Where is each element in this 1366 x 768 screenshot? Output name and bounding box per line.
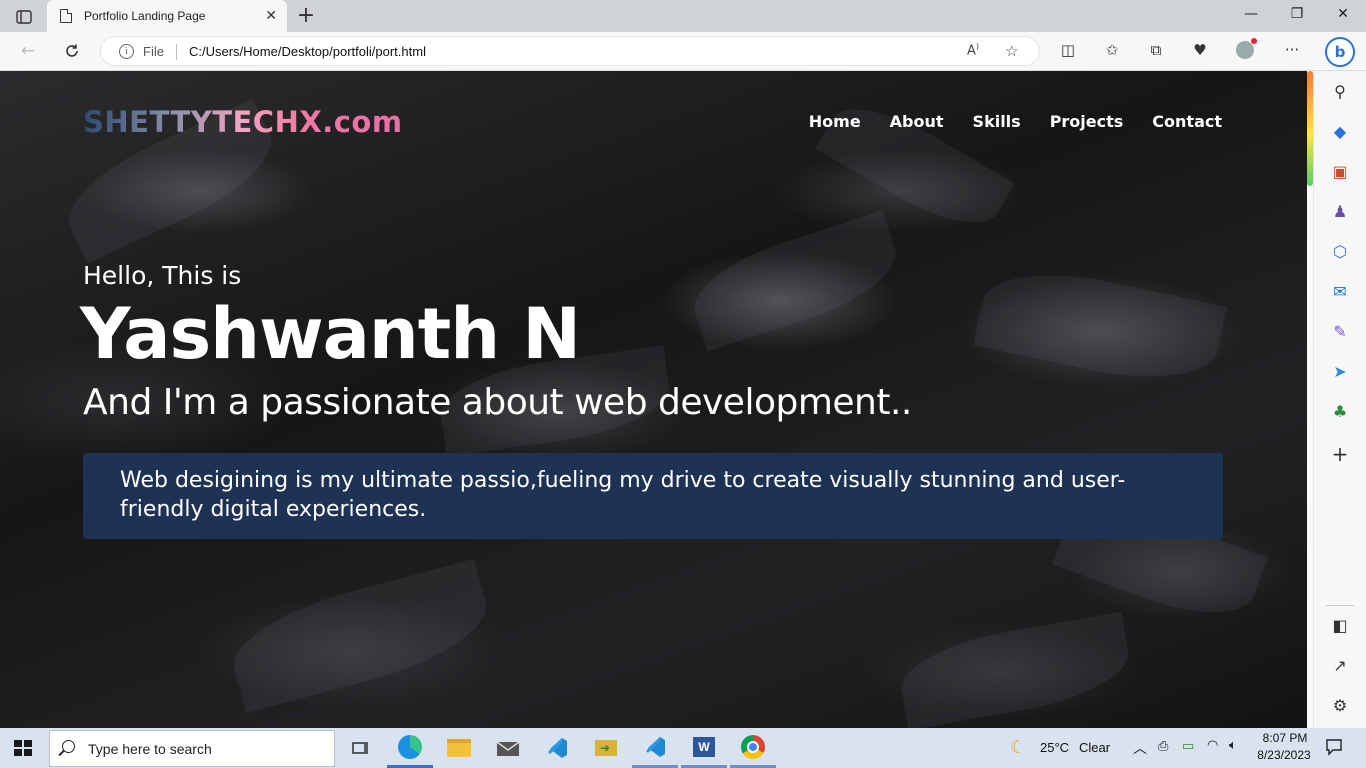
restore-icon[interactable]: ❐ [1287,6,1307,22]
background-leaf [682,210,908,352]
nav-home[interactable]: Home [809,112,861,131]
hero-description: Web desigining is my ultimate passio,fue… [120,468,1126,522]
clock-date[interactable]: 8/23/2023 [1254,748,1314,762]
refresh-icon[interactable] [60,40,84,62]
more-menu-icon[interactable]: ··· [1282,41,1302,59]
browser-essentials-icon[interactable]: ♥ [1190,41,1210,59]
mail-icon[interactable] [485,728,531,768]
close-tab-icon[interactable]: ✕ [265,8,277,24]
wifi-icon[interactable]: ◠ [1207,738,1218,753]
open-external-icon[interactable]: ↗ [1327,653,1353,679]
background-leaf [222,558,498,714]
show-hidden-icons-chevron-icon[interactable]: ︿ [1133,738,1147,758]
site-info-icon[interactable]: i [119,44,134,59]
weather-moon-icon[interactable]: ☾ [1010,737,1026,758]
games-icon[interactable]: ♟ [1327,199,1353,225]
clock-time[interactable]: 8:07 PM [1260,731,1310,745]
file-transfer-icon[interactable]: ➜ [583,728,629,768]
close-window-icon[interactable]: ✕ [1333,6,1353,22]
copilot-icon[interactable]: b [1325,37,1355,67]
settings-gear-icon[interactable]: ⚙ [1327,693,1353,719]
favorites-icon[interactable]: ✩ [1102,41,1122,59]
designer-icon[interactable]: ✎ [1327,319,1353,345]
nav-projects[interactable]: Projects [1050,112,1124,131]
outlook-icon[interactable]: ✉ [1327,279,1353,305]
notifications-icon[interactable] [1325,738,1343,760]
favorite-star-icon[interactable]: ☆ [1005,42,1018,60]
chrome-icon[interactable] [730,728,776,768]
tab-title: Portfolio Landing Page [84,9,206,23]
url-text[interactable]: C:/Users/Home/Desktop/portfoli/port.html [189,44,426,59]
read-aloud-icon[interactable]: A) [967,42,979,58]
nav-contact[interactable]: Contact [1152,112,1222,131]
send-icon[interactable]: ➤ [1327,359,1353,385]
minimize-icon[interactable]: — [1241,6,1261,22]
page-viewport: SHETTYTECHX.com Home About Skills Projec… [0,71,1307,728]
hero-name: Yashwanth N [80,293,581,375]
vscode-icon[interactable] [534,728,580,768]
file-page-icon [60,9,72,23]
search-icon[interactable]: ⚲ [1327,79,1353,105]
meet-now-icon[interactable]: ⎙ [1158,739,1168,754]
profile-avatar-icon[interactable] [1235,38,1257,63]
hero-description-box: Web desigining is my ultimate passio,fue… [83,453,1223,539]
tree-icon[interactable]: ♣ [1327,399,1353,425]
task-view-icon[interactable] [338,728,384,768]
new-tab-button[interactable]: + [294,3,318,28]
edge-sidebar: ⚲ ◆ ▣ ♟ ⬡ ✉ ✎ ➤ ♣ + ◧ ↗ ⚙ [1313,71,1366,728]
hero-greeting: Hello, This is [83,261,242,290]
shopping-tag-icon[interactable]: ◆ [1327,119,1353,145]
browser-toolbar: ← i File C:/Users/Home/Desktop/portfoli/… [0,32,1366,71]
address-bar[interactable]: i File C:/Users/Home/Desktop/portfoli/po… [100,36,1040,66]
tab-actions-icon [16,10,32,24]
windows-start-icon[interactable] [14,740,32,756]
nav-about[interactable]: About [890,112,944,131]
address-prefix: File [143,44,164,59]
address-divider [176,44,177,60]
tab-actions-button[interactable] [10,6,38,28]
search-placeholder: Type here to search [88,741,212,757]
background-leaf [894,611,1136,728]
file-explorer-icon[interactable] [436,728,482,768]
word-icon[interactable]: W [681,728,727,768]
microsoft-365-icon[interactable]: ⬡ [1327,239,1353,265]
background-leaf [973,257,1227,395]
collections-icon[interactable]: ⧉ [1146,41,1166,59]
sidebar-divider [1326,605,1354,606]
add-sidebar-app-icon[interactable]: + [1327,441,1353,467]
tab-strip: Portfolio Landing Page ✕ + — ❐ ✕ [0,0,1366,32]
back-icon[interactable]: ← [16,40,40,62]
weather-temp[interactable]: 25°C [1040,740,1069,755]
vscode-running-icon[interactable] [632,728,678,768]
tools-briefcase-icon[interactable]: ▣ [1327,159,1353,185]
hide-sidebar-icon[interactable]: ◧ [1327,613,1353,639]
edge-taskbar-icon[interactable] [387,728,433,768]
search-icon [62,740,75,753]
split-screen-icon[interactable]: ◫ [1058,41,1078,59]
volume-icon[interactable]: 🔈︎ [1229,738,1237,753]
taskbar: Type here to search ➜ W ☾ 25°C Clear ︿ ⎙… [0,728,1366,768]
battery-icon[interactable]: ▭ [1182,739,1194,754]
taskbar-search-box[interactable]: Type here to search [49,730,335,767]
weather-desc[interactable]: Clear [1079,740,1110,755]
hero-tagline: And I'm a passionate about web developme… [83,382,912,423]
nav-skills[interactable]: Skills [973,112,1021,131]
site-logo[interactable]: SHETTYTECHX.com [83,105,403,139]
browser-tab-active[interactable]: Portfolio Landing Page ✕ [47,0,287,32]
site-nav: Home About Skills Projects Contact [809,112,1222,131]
